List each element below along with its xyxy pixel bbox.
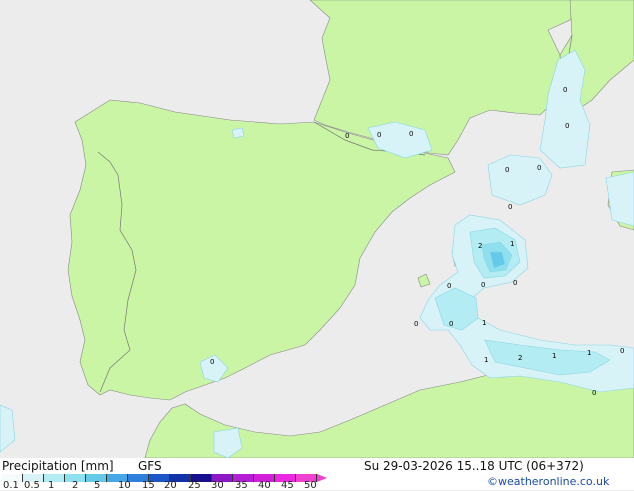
- legend-title: Precipitation [mm]: [2, 459, 114, 473]
- precip-label: 0: [414, 320, 418, 328]
- precip-label: 0: [449, 320, 453, 328]
- legend-footer: Precipitation [mm] GFS Su 29-03-2026 15.…: [0, 458, 634, 491]
- precip-label: 0: [447, 282, 451, 290]
- precip-label: 1: [552, 352, 556, 360]
- precip-label: 0: [345, 132, 349, 140]
- precip-label: 0: [563, 86, 567, 94]
- precip-label: 1: [587, 349, 591, 357]
- precip-label: 0: [481, 281, 485, 289]
- precip-label: 0: [377, 131, 381, 139]
- precip-label: 2: [518, 354, 522, 362]
- precip-label: 0: [508, 203, 512, 211]
- precip-label: 0: [210, 358, 214, 366]
- model-name: GFS: [138, 459, 162, 473]
- precip-label: 0: [513, 279, 517, 287]
- precip-label: 0: [537, 164, 541, 172]
- precip-label: 1: [484, 356, 488, 364]
- precip-label: 0: [505, 166, 509, 174]
- precip-label: 0: [565, 122, 569, 130]
- credit-text: ©weatheronline.co.uk: [487, 475, 610, 488]
- precip-label: 0: [592, 389, 596, 397]
- color-scale-arrow: [317, 474, 327, 482]
- precip-label: 0: [620, 347, 624, 355]
- precip-label: 1: [510, 240, 514, 248]
- precip-label: 2: [478, 242, 482, 250]
- valid-time: Su 29-03-2026 15..18 UTC (06+372): [364, 459, 584, 473]
- precip-label: 1: [482, 319, 486, 327]
- precip-label: 0: [409, 130, 413, 138]
- precipitation-map: 0 0 0 0 0 0 0 0 2 1 0 0 0 0 1 1 2 1 1 0 …: [0, 0, 634, 459]
- precip-area-bay-biscay: [231, 127, 245, 139]
